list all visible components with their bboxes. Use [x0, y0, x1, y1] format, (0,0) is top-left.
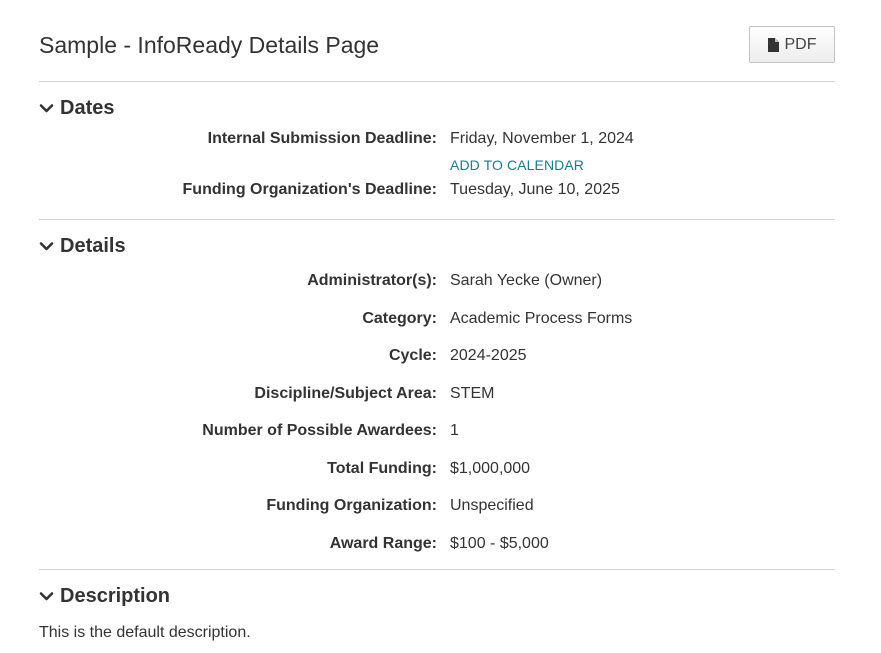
detail-row-award-range: Award Range: $100 - $5,000	[39, 533, 835, 555]
detail-value: 2024-2025	[450, 347, 527, 364]
detail-value: Sarah Yecke (Owner)	[450, 272, 603, 289]
detail-row-administrators: Administrator(s): Sarah Yecke (Owner)	[39, 270, 835, 292]
detail-row-cycle: Cycle: 2024-2025	[39, 345, 835, 367]
chevron-down-icon	[39, 591, 54, 600]
internal-deadline-value: Friday, November 1, 2024	[450, 130, 634, 147]
pdf-button[interactable]: PDF	[749, 26, 835, 63]
add-to-calendar-link[interactable]: ADD TO CALENDAR	[450, 156, 584, 174]
detail-row-discipline: Discipline/Subject Area: STEM	[39, 383, 835, 405]
detail-value: $1,000,000	[450, 460, 531, 477]
pdf-button-label: PDF	[784, 35, 817, 53]
details-heading: Details	[60, 235, 126, 257]
section-divider	[39, 219, 835, 220]
detail-row-total-funding: Total Funding: $1,000,000	[39, 458, 835, 480]
detail-value: STEM	[450, 385, 495, 402]
detail-value: Unspecified	[450, 497, 534, 514]
funding-deadline-label: Funding Organization's Deadline:	[182, 181, 437, 198]
details-page: Sample - InfoReady Details Page PDF Date…	[39, 0, 835, 653]
chevron-down-icon	[39, 103, 54, 112]
description-section-toggle[interactable]: Description	[39, 584, 170, 608]
internal-deadline-label: Internal Submission Deadline:	[207, 130, 437, 147]
detail-label: Category:	[362, 310, 437, 327]
detail-row-funding-organization: Funding Organization: Unspecified	[39, 495, 835, 517]
detail-label: Discipline/Subject Area:	[254, 385, 437, 402]
funding-deadline-value: Tuesday, June 10, 2025	[450, 181, 620, 198]
detail-label: Award Range:	[329, 535, 437, 552]
detail-label: Total Funding:	[327, 460, 437, 477]
detail-value: 1	[450, 422, 459, 439]
detail-row-category: Category: Academic Process Forms	[39, 308, 835, 330]
detail-value: Academic Process Forms	[450, 310, 633, 327]
details-section-toggle[interactable]: Details	[39, 234, 126, 258]
dates-heading: Dates	[60, 97, 115, 119]
description-text: This is the default description.	[39, 624, 251, 641]
page-title: Sample - InfoReady Details Page	[39, 32, 380, 58]
detail-label: Administrator(s):	[307, 272, 437, 289]
detail-label: Funding Organization:	[266, 497, 437, 514]
chevron-down-icon	[39, 241, 54, 250]
detail-value: $100 - $5,000	[450, 535, 549, 552]
dates-section-toggle[interactable]: Dates	[39, 96, 114, 120]
section-divider	[39, 569, 835, 570]
description-heading: Description	[60, 585, 171, 607]
page-header: Sample - InfoReady Details Page PDF	[39, 0, 835, 82]
internal-deadline-row: Internal Submission Deadline: Friday, No…	[39, 128, 835, 150]
detail-row-awardees: Number of Possible Awardees: 1	[39, 420, 835, 442]
funding-deadline-row: Funding Organization's Deadline: Tuesday…	[39, 179, 835, 201]
detail-label: Number of Possible Awardees:	[202, 422, 437, 439]
file-icon	[767, 37, 779, 52]
detail-label: Cycle:	[388, 347, 437, 364]
